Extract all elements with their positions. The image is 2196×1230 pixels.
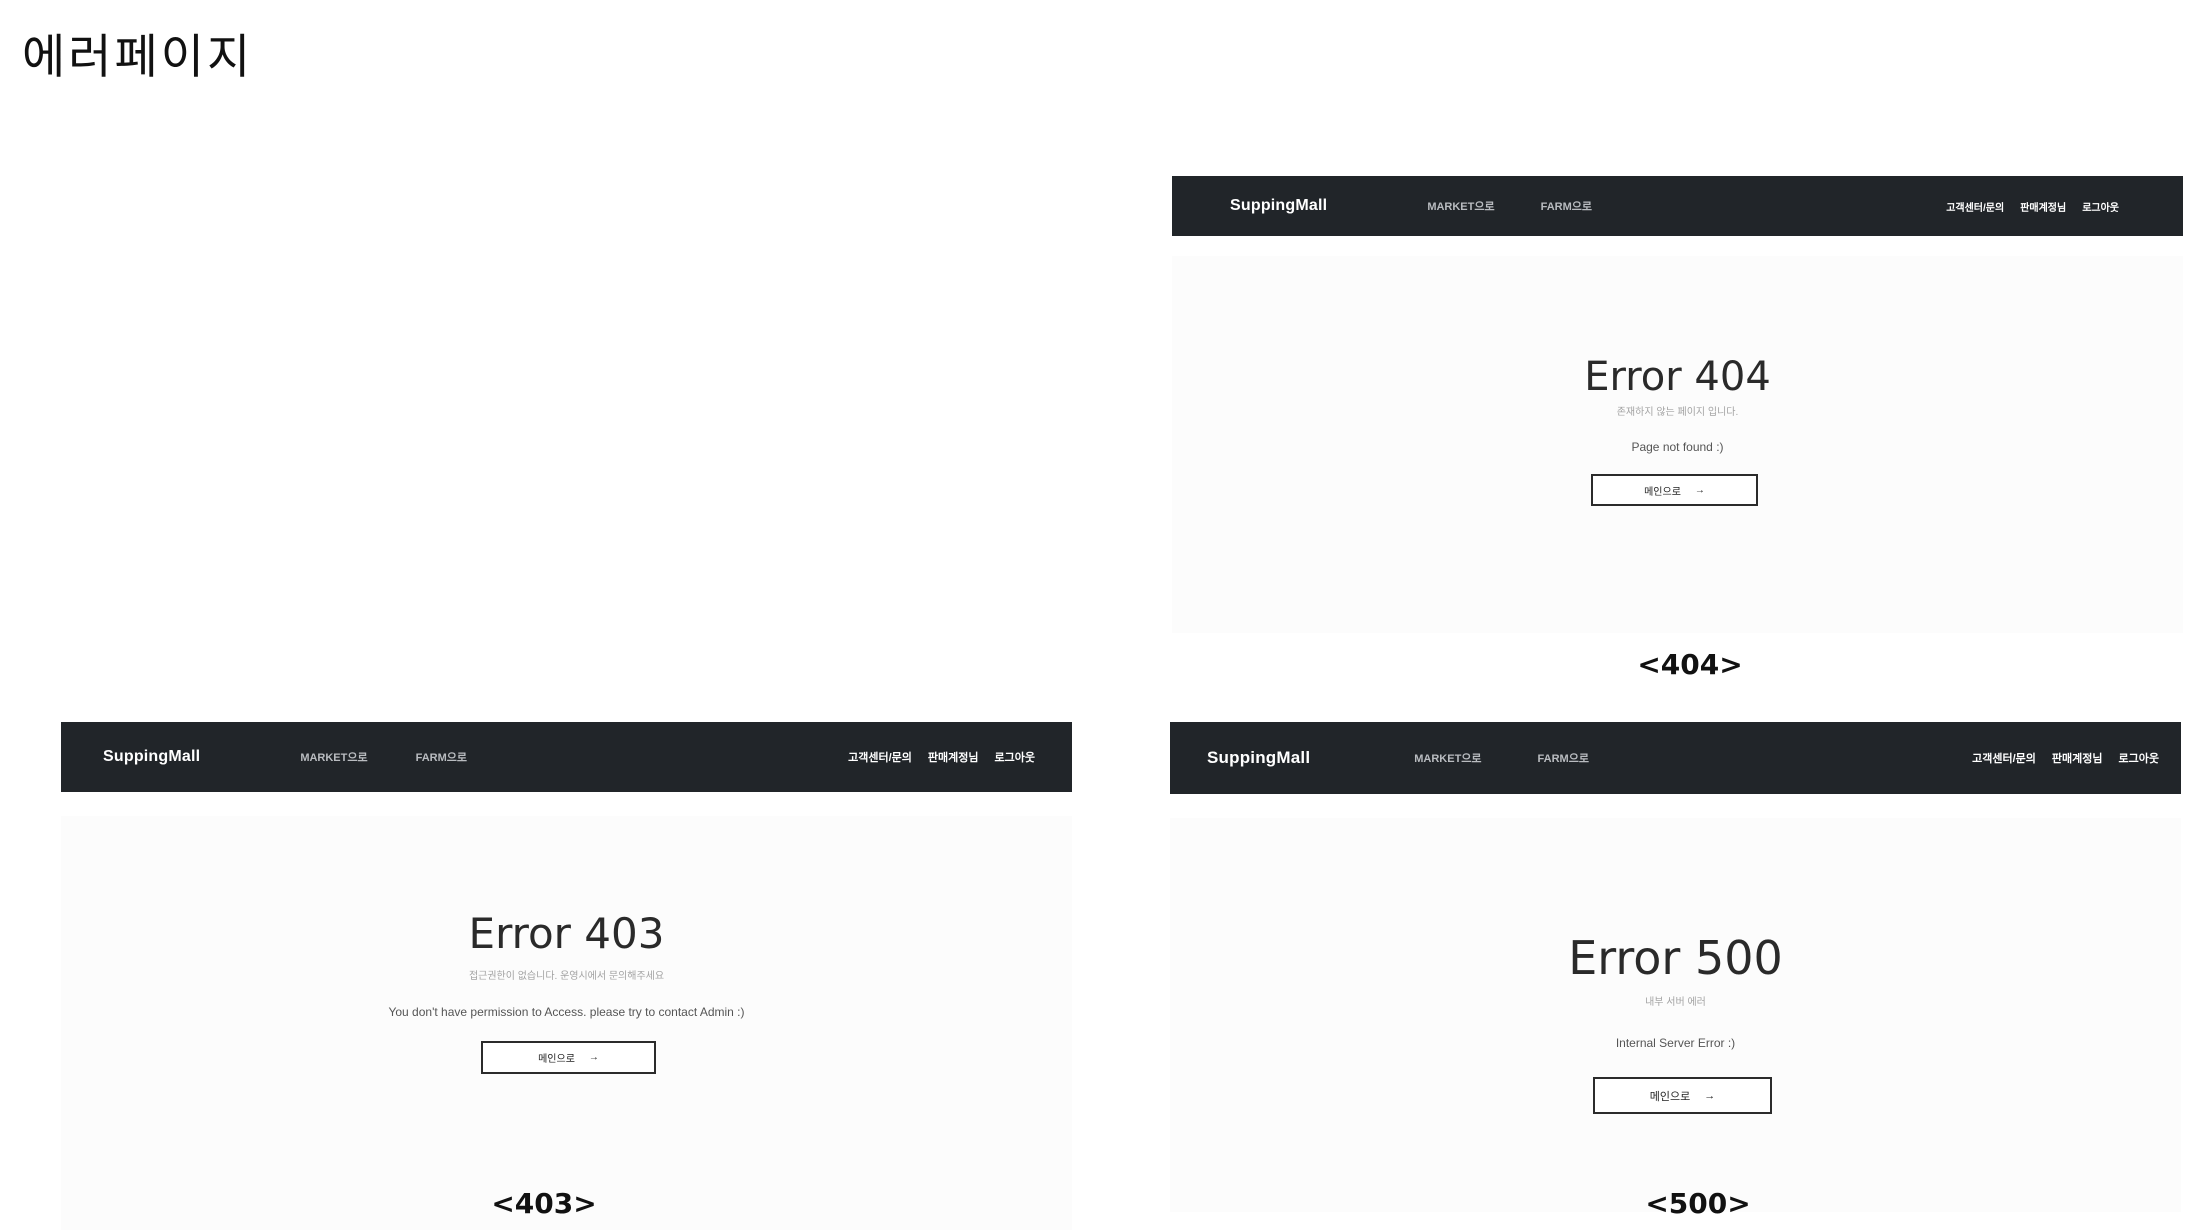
error-title: Error 500: [1568, 931, 1783, 985]
arrow-right-icon: →: [1694, 484, 1705, 496]
nav-link-support[interactable]: 고객센터/문의: [1946, 199, 2004, 214]
nav-link-seller-account[interactable]: 판매계정님: [928, 749, 979, 765]
nav-link-farm[interactable]: FARM으로: [416, 749, 467, 765]
error-message: You don't have permission to Access. ple…: [388, 1005, 745, 1019]
nav-link-support[interactable]: 고객센터/문의: [1972, 750, 2036, 766]
error-content: Error 500 내부 서버 에러 Internal Server Error…: [1170, 818, 2181, 1212]
error-404-screenshot: SuppingMall MARKET으로 FARM으로 고객센터/문의 판매계정…: [1172, 176, 2183, 633]
go-main-button[interactable]: 메인으로 →: [1593, 1077, 1772, 1114]
go-main-label: 메인으로: [1644, 486, 1681, 498]
error-content: Error 403 접근권한이 없습니다. 운영시에서 문의해주세요 You d…: [61, 816, 1072, 1230]
go-main-button[interactable]: 메인으로 →: [481, 1041, 656, 1074]
brand-logo[interactable]: SuppingMall: [1207, 748, 1310, 768]
nav-link-market[interactable]: MARKET으로: [1414, 750, 1481, 766]
caption-500: <500>: [1645, 1187, 1751, 1220]
navbar: SuppingMall MARKET으로 FARM으로 고객센터/문의 판매계정…: [61, 722, 1072, 792]
nav-link-logout[interactable]: 로그아웃: [2119, 750, 2159, 766]
nav-link-logout[interactable]: 로그아웃: [2082, 199, 2119, 214]
nav-right-group: 고객센터/문의 판매계정님 로그아웃: [1930, 199, 2119, 214]
go-main-label: 메인으로: [1649, 1090, 1691, 1103]
caption-403: <403>: [491, 1187, 597, 1220]
go-main-label: 메인으로: [538, 1054, 575, 1065]
error-title: Error 403: [468, 909, 665, 958]
nav-link-farm[interactable]: FARM으로: [1538, 750, 1589, 766]
error-message: Internal Server Error :): [1615, 1036, 1736, 1050]
error-title: Error 404: [1584, 354, 1771, 400]
navbar: SuppingMall MARKET으로 FARM으로 고객센터/문의 판매계정…: [1170, 722, 2181, 794]
nav-link-market[interactable]: MARKET으로: [1427, 198, 1494, 214]
error-content: Error 404 존재하지 않는 페이지 입니다. Page not foun…: [1172, 256, 2183, 633]
nav-right-group: 고객센터/문의 판매계정님 로그아웃: [832, 749, 1035, 765]
error-subtitle: 접근권한이 없습니다. 운영시에서 문의해주세요: [468, 971, 665, 982]
error-403-screenshot: SuppingMall MARKET으로 FARM으로 고객센터/문의 판매계정…: [61, 722, 1072, 1230]
page-title: 에러페이지: [22, 30, 254, 85]
go-main-button[interactable]: 메인으로 →: [1591, 474, 1758, 506]
nav-link-logout[interactable]: 로그아웃: [995, 749, 1035, 765]
error-subtitle: 존재하지 않는 페이지 입니다.: [1616, 407, 1739, 418]
error-message: Page not found :): [1631, 440, 1724, 454]
nav-link-market[interactable]: MARKET으로: [300, 749, 367, 765]
caption-404: <404>: [1637, 648, 1743, 681]
nav-link-seller-account[interactable]: 판매계정님: [2052, 750, 2103, 766]
arrow-right-icon: →: [1704, 1089, 1716, 1102]
nav-link-farm[interactable]: FARM으로: [1541, 198, 1592, 214]
nav-link-seller-account[interactable]: 판매계정님: [2020, 199, 2066, 214]
brand-logo[interactable]: SuppingMall: [103, 748, 200, 766]
navbar: SuppingMall MARKET으로 FARM으로 고객센터/문의 판매계정…: [1172, 176, 2183, 236]
nav-link-support[interactable]: 고객센터/문의: [848, 749, 912, 765]
error-500-screenshot: SuppingMall MARKET으로 FARM으로 고객센터/문의 판매계정…: [1170, 722, 2181, 1212]
error-subtitle: 내부 서버 에러: [1645, 997, 1706, 1008]
brand-logo[interactable]: SuppingMall: [1230, 197, 1327, 215]
nav-right-group: 고객센터/문의 판매계정님 로그아웃: [1956, 750, 2159, 766]
arrow-right-icon: →: [588, 1052, 599, 1063]
